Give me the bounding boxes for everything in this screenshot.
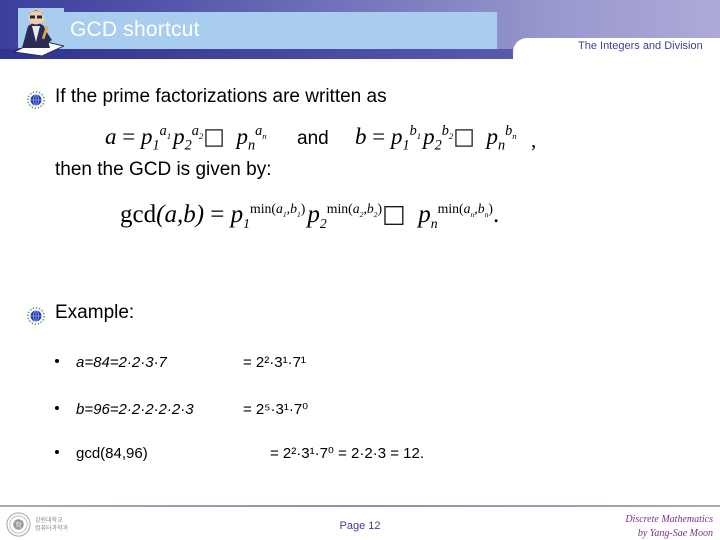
then-line-row: then the GCD is given by: bbox=[55, 159, 272, 181]
example-a-rhs: = 2²·3¹·7¹ bbox=[243, 354, 306, 371]
globe-icon bbox=[27, 91, 45, 109]
example-b-lhs: b=96=2·2·2·2·2·3 bbox=[76, 401, 194, 418]
formula-a: a = p1a1 p2a2□ pnan bbox=[105, 123, 267, 154]
page-number: Page 12 bbox=[339, 520, 381, 532]
example-heading: Example: bbox=[55, 302, 135, 323]
bullet-example: Example: bbox=[27, 302, 134, 325]
list-item: b=96=2·2·2·2·2·3 = 2⁵·3¹·7⁰ bbox=[55, 400, 308, 418]
example-a-lhs: a=84=2·2·3·7 bbox=[76, 354, 167, 371]
slide-header: GCD shortcut The Integers and Division bbox=[0, 0, 720, 59]
slide-footer: 학 강원대학교 컴퓨터과학과 Page 12 Discrete Mathemat… bbox=[0, 505, 720, 540]
globe-icon bbox=[27, 307, 45, 325]
course-author: by Yang-Sae Moon bbox=[637, 527, 713, 539]
formula-b: b = p1b1 p2b2□ pnbn bbox=[355, 123, 517, 154]
formula-conjunction: and bbox=[297, 128, 329, 149]
slide-body: If the prime factorizations are written … bbox=[0, 59, 720, 505]
course-credit: Discrete Mathematics by Yang-Sae Moon bbox=[625, 513, 713, 540]
bullet-dot-icon bbox=[55, 450, 59, 454]
footer-divider bbox=[0, 505, 720, 507]
bullet-intro: If the prime factorizations are written … bbox=[27, 86, 387, 109]
intro-line: If the prime factorizations are written … bbox=[55, 86, 387, 107]
page-title: GCD shortcut bbox=[70, 18, 200, 41]
section-tab-label: The Integers and Division bbox=[578, 40, 703, 52]
formula-b-trailing-comma: , bbox=[531, 128, 537, 152]
list-item: a=84=2·2·3·7 = 2²·3¹·7¹ bbox=[55, 354, 306, 371]
then-line: then the GCD is given by: bbox=[55, 159, 272, 180]
course-title: Discrete Mathematics bbox=[625, 514, 713, 525]
formula-gcd: gcd(a,b) = p1min(a1,b1) p2min(a2,b2)□ pn… bbox=[120, 199, 500, 231]
writer-icon bbox=[12, 8, 64, 57]
bullet-dot-icon bbox=[55, 406, 59, 410]
bullet-dot-icon bbox=[55, 359, 59, 363]
example-gcd-lhs: gcd(84,96) bbox=[76, 445, 148, 462]
list-item: gcd(84,96) = 2²·3¹·7⁰ = 2·2·3 = 12. bbox=[55, 444, 424, 462]
example-b-rhs: = 2⁵·3¹·7⁰ bbox=[243, 401, 309, 418]
example-gcd-rhs: = 2²·3¹·7⁰ = 2·2·3 = 12. bbox=[270, 445, 425, 462]
